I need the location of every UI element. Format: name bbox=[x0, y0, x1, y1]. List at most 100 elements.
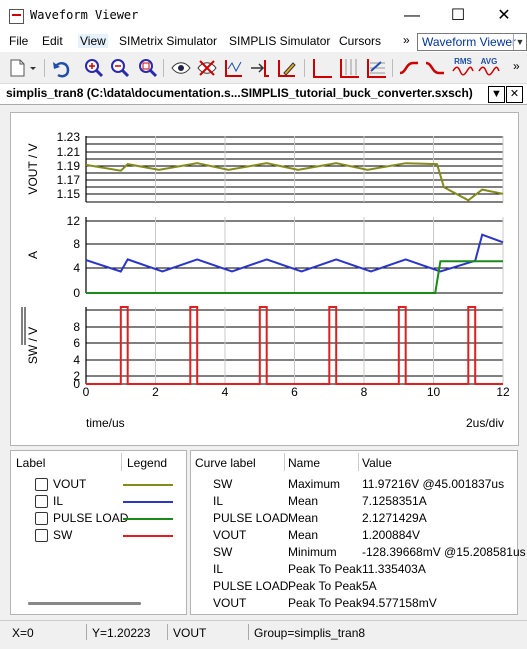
hide-curve-icon[interactable] bbox=[196, 57, 218, 79]
x-tick-label: 8 bbox=[361, 385, 368, 399]
legend-checkbox[interactable] bbox=[35, 478, 48, 491]
stats-row-name: Maximum bbox=[288, 477, 341, 491]
stats-row-curve: SW bbox=[213, 545, 233, 559]
legend-header-legend[interactable]: Legend bbox=[127, 456, 167, 470]
avg-icon[interactable]: AVG bbox=[478, 57, 500, 79]
status-divider bbox=[167, 624, 168, 640]
menu-cursors[interactable]: Cursors bbox=[339, 34, 381, 48]
toolbar-separator bbox=[44, 59, 45, 77]
new-graph-icon[interactable] bbox=[6, 57, 28, 79]
stats-row-curve: IL bbox=[213, 494, 224, 508]
stats-row-curve: IL bbox=[213, 562, 224, 576]
show-curve-icon[interactable] bbox=[170, 57, 192, 79]
legend-checkbox[interactable] bbox=[35, 495, 48, 508]
window-title: Waveform Viewer bbox=[30, 8, 139, 22]
measure-fall-icon[interactable] bbox=[424, 57, 446, 79]
menu-overflow-button[interactable]: » bbox=[403, 33, 410, 47]
stats-row-name: Mean bbox=[288, 494, 319, 508]
legend-checkbox[interactable] bbox=[35, 529, 48, 542]
stats-row-name: Peak To Peak bbox=[288, 579, 362, 593]
column-divider[interactable] bbox=[121, 453, 122, 471]
chevron-down-icon[interactable]: ▼ bbox=[513, 34, 526, 50]
status-y: Y=1.20223 bbox=[92, 626, 151, 640]
tab-menu-chevron-icon[interactable]: ▼ bbox=[488, 86, 505, 103]
x-tick-label: 6 bbox=[291, 385, 298, 399]
axis-icon[interactable] bbox=[311, 57, 333, 79]
stats-row-name: Minimum bbox=[288, 545, 337, 559]
minimize-button[interactable]: — bbox=[389, 0, 435, 32]
measure-rise-icon[interactable] bbox=[398, 57, 420, 79]
close-button[interactable]: ✕ bbox=[481, 0, 527, 32]
stats-row-curve: PULSE LOAD bbox=[213, 511, 289, 525]
legend-header-label[interactable]: Label bbox=[16, 456, 45, 470]
stats-row-value: -128.39668mV @15.208581us bbox=[362, 545, 526, 559]
y-tick-label: 8 bbox=[73, 320, 80, 334]
y-tick-label: 0 bbox=[73, 286, 80, 300]
edit-curve-icon[interactable] bbox=[276, 57, 298, 79]
menu-view[interactable]: View bbox=[78, 34, 108, 48]
x-tick-label: 4 bbox=[222, 385, 229, 399]
x-scale-label: 2us/div bbox=[466, 416, 504, 430]
legend-panel: Label Legend VOUT IL PULSE LOAD SW bbox=[10, 450, 187, 615]
stats-row-value: 2.1271429A bbox=[362, 511, 427, 525]
legend-item-label: IL bbox=[53, 494, 64, 508]
tab-close-icon[interactable]: ✕ bbox=[506, 86, 523, 103]
x-tick-label: 12 bbox=[496, 385, 510, 399]
avg-wave-icon bbox=[478, 66, 500, 76]
legend-checkbox[interactable] bbox=[35, 512, 48, 525]
menu-file[interactable]: File bbox=[9, 34, 28, 48]
stack-icon[interactable] bbox=[365, 57, 387, 79]
zoom-fit-icon[interactable] bbox=[137, 57, 159, 79]
y-tick-label: 1.23 bbox=[57, 130, 81, 144]
add-curve-icon[interactable] bbox=[249, 57, 271, 79]
stats-header-curve-label[interactable]: Curve label bbox=[195, 456, 256, 470]
curve-label-icon[interactable] bbox=[223, 57, 245, 79]
rms-icon[interactable]: RMS bbox=[452, 57, 474, 79]
stats-row-value: 1.200884V bbox=[362, 528, 421, 542]
x-tick-label: 0 bbox=[83, 385, 90, 399]
legend-swatch bbox=[123, 501, 173, 503]
legend-item-label: VOUT bbox=[53, 477, 87, 491]
y-tick-label: 4 bbox=[73, 353, 80, 367]
plot-pane[interactable]: 1.23 1.21 1.19 1.17 1.15 VOUT / V 12 8 4 0 A 8 6 4 2 0 S… bbox=[10, 112, 519, 446]
menu-simetrix-simulator[interactable]: SIMetrix Simulator bbox=[119, 34, 217, 48]
stats-row-value: 11.97216V @45.001837us bbox=[362, 477, 505, 491]
document-tab[interactable]: simplis_tran8 (C:\data\documentation.s..… bbox=[0, 83, 527, 105]
y-tick-label: 4 bbox=[73, 261, 80, 275]
undo-icon[interactable] bbox=[50, 57, 72, 79]
grid-icon[interactable] bbox=[338, 57, 360, 79]
menu-simplis-simulator[interactable]: SIMPLIS Simulator bbox=[229, 34, 330, 48]
stats-header-value[interactable]: Value bbox=[362, 456, 392, 470]
stats-row-name: Peak To Peak bbox=[288, 562, 362, 576]
stats-row-curve: VOUT bbox=[213, 528, 247, 542]
menu-edit[interactable]: Edit bbox=[42, 34, 63, 48]
stats-row-value: 5A bbox=[362, 579, 377, 593]
zoom-in-icon[interactable] bbox=[83, 57, 105, 79]
title-bar: Waveform Viewer — ☐ ✕ bbox=[0, 0, 527, 32]
status-curve: VOUT bbox=[173, 626, 207, 640]
status-divider bbox=[248, 624, 249, 640]
status-x: X=0 bbox=[12, 626, 34, 640]
dropdown-arrow-icon[interactable] bbox=[27, 57, 39, 79]
legend-item-label: SW bbox=[53, 528, 73, 542]
x-axis-label: time/us bbox=[86, 416, 125, 430]
stats-header-name[interactable]: Name bbox=[288, 456, 320, 470]
y-axis-label: VOUT / V bbox=[26, 143, 40, 194]
toolbar-separator bbox=[163, 59, 164, 77]
y-tick-label: 6 bbox=[73, 336, 80, 350]
stats-row-value: 11.335403A bbox=[362, 562, 426, 576]
waveform-plot[interactable]: 1.231.211.191.171.15 VOUT / V 12 8 4 0 A 8 6 4 2 0 S… bbox=[11, 113, 518, 445]
rms-label: RMS bbox=[454, 57, 472, 66]
legend-horizontal-scrollbar[interactable] bbox=[28, 602, 141, 605]
stats-row-curve: VOUT bbox=[213, 596, 247, 610]
view-selector-combo[interactable]: Waveform Viewer ▼ bbox=[417, 33, 527, 51]
status-group: Group=simplis_tran8 bbox=[254, 626, 366, 640]
zoom-out-icon[interactable] bbox=[109, 57, 131, 79]
column-divider[interactable] bbox=[284, 453, 285, 471]
column-divider[interactable] bbox=[358, 453, 359, 471]
y-tick-label: 1.15 bbox=[57, 187, 81, 201]
stats-row-curve: SW bbox=[213, 477, 233, 491]
legend-swatch bbox=[123, 484, 173, 486]
maximize-button[interactable]: ☐ bbox=[435, 0, 481, 32]
toolbar-overflow-button[interactable]: » bbox=[513, 59, 520, 73]
